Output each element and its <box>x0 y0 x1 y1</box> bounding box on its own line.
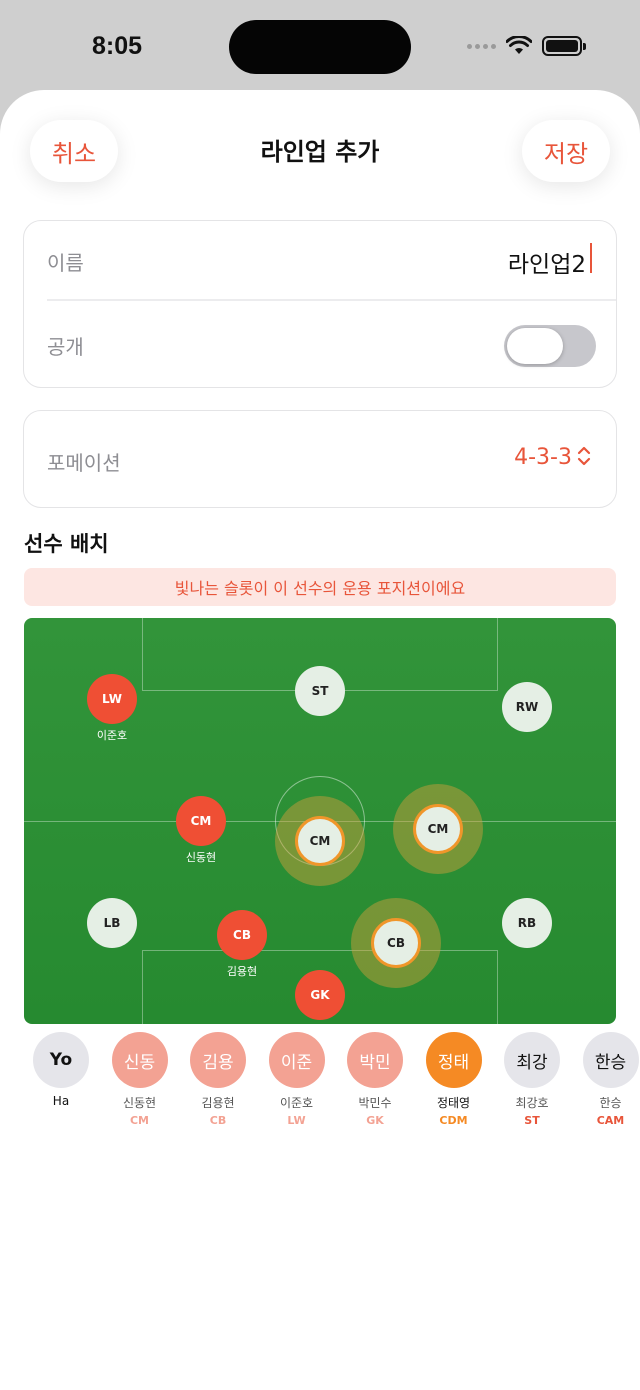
bench-player-name: 이준호 <box>279 1096 314 1110</box>
chevron-up-down-icon <box>577 446 591 466</box>
name-input[interactable]: 라인업2 <box>508 245 586 279</box>
wifi-icon <box>506 36 532 54</box>
slot-lw[interactable]: LW <box>87 674 137 724</box>
bench-player-position: GK <box>366 1114 384 1127</box>
status-icons <box>467 36 586 56</box>
status-time: 8:05 <box>92 32 143 60</box>
avatar: 정태 <box>425 1032 482 1088</box>
bench-player[interactable]: 한승 한승 CAM <box>576 1032 640 1127</box>
avatar: 이준 <box>268 1032 325 1088</box>
bench-player-name: 신동현 <box>122 1096 157 1110</box>
slot-cm[interactable]: CM <box>295 816 345 866</box>
slot-player-name: 김용현 <box>226 965 258 978</box>
slot-player-name: 이준호 <box>96 729 128 742</box>
dynamic-island <box>229 20 411 74</box>
slot-player-name: 신동현 <box>185 851 217 864</box>
public-label: 공개 <box>47 335 84 359</box>
bench-player[interactable]: 정태정태영 CDM <box>419 1032 489 1127</box>
bench-player-position: LW <box>287 1114 306 1127</box>
bench-player-name: 한승 <box>599 1096 622 1110</box>
slot-cm[interactable]: CM <box>413 804 463 854</box>
avatar: 신동 <box>111 1032 168 1088</box>
formation-value[interactable]: 4-3-3 <box>514 445 572 470</box>
bench-player[interactable]: 이준이준호 LW <box>262 1032 332 1127</box>
avatar: Yo <box>33 1032 89 1088</box>
save-button[interactable]: 저장 <box>522 120 610 182</box>
status-bar: 8:05 <box>0 0 640 90</box>
slot-rw[interactable]: RW <box>502 682 552 732</box>
avatar: 박민 <box>347 1032 403 1088</box>
bench-player-name: 최강호 <box>515 1096 549 1110</box>
lineup-info-card: 이름 라인업2 공개 <box>23 220 617 388</box>
soccer-pitch: ST LW 이준호 RW CM 신동현 CM CM LB CB 김용현 CB RB GK <box>24 618 616 1024</box>
bench-player-position: CB <box>209 1114 227 1127</box>
text-caret <box>590 243 592 273</box>
slot-st[interactable]: ST <box>295 666 345 716</box>
name-label: 이름 <box>47 251 84 275</box>
battery-icon <box>542 36 586 56</box>
bench-player-name: 박민수 <box>358 1096 392 1110</box>
bench-player[interactable]: 신동신동현 CM <box>105 1032 175 1127</box>
avatar: 한승 <box>582 1032 639 1088</box>
avatar: 김용 <box>190 1032 246 1088</box>
signal-icon <box>467 43 496 49</box>
name-row[interactable]: 이름 라인업2 <box>24 221 616 305</box>
bench-player-name: 정태영 <box>436 1096 471 1110</box>
slot-cb[interactable]: CB <box>217 910 267 960</box>
bench-player-name: 김용현 <box>201 1096 235 1110</box>
bench-player-name: Ha <box>52 1094 70 1108</box>
public-toggle[interactable] <box>504 325 596 367</box>
slot-lb[interactable]: LB <box>87 898 137 948</box>
bench-list: Yo Ha 신동신동현 CM 김용김용현 CB 이준이준호 LW 박민박민수 GK 정태정태영 CDM… <box>0 1032 640 1142</box>
nav-bar: 취소 라인업 추가 저장 <box>0 90 640 220</box>
bench-player-position: CM <box>129 1114 150 1127</box>
bench-player[interactable]: 최강최강호 ST <box>497 1032 567 1127</box>
slot-rb[interactable]: RB <box>502 898 552 948</box>
toggle-knob <box>507 328 563 364</box>
add-lineup-sheet: 취소 라인업 추가 저장 이름 라인업2 공개 포메이션 4-3-3 선수 배치… <box>0 90 640 1390</box>
slot-cm[interactable]: CM <box>176 796 226 846</box>
avatar: 최강 <box>504 1032 560 1088</box>
slot-cb[interactable]: CB <box>371 918 421 968</box>
formation-label: 포메이션 <box>47 451 121 475</box>
bench-player[interactable]: 박민박민수 GK <box>340 1032 410 1127</box>
slot-gk[interactable]: GK <box>295 970 345 1020</box>
hint-banner: 빛나는 슬롯이 이 선수의 운용 포지션이에요 <box>24 568 616 606</box>
bench-player[interactable]: 김용김용현 CB <box>183 1032 253 1127</box>
bench-player[interactable]: Yo Ha <box>26 1032 96 1111</box>
bench-player-position: ST <box>524 1114 540 1127</box>
bench-player-position: CAM <box>596 1114 625 1127</box>
public-row: 공개 <box>24 305 616 389</box>
row-divider <box>47 299 616 301</box>
formation-card[interactable]: 포메이션 4-3-3 <box>23 410 617 508</box>
bench-player-position: CDM <box>439 1114 468 1127</box>
section-title: 선수 배치 <box>24 532 109 556</box>
